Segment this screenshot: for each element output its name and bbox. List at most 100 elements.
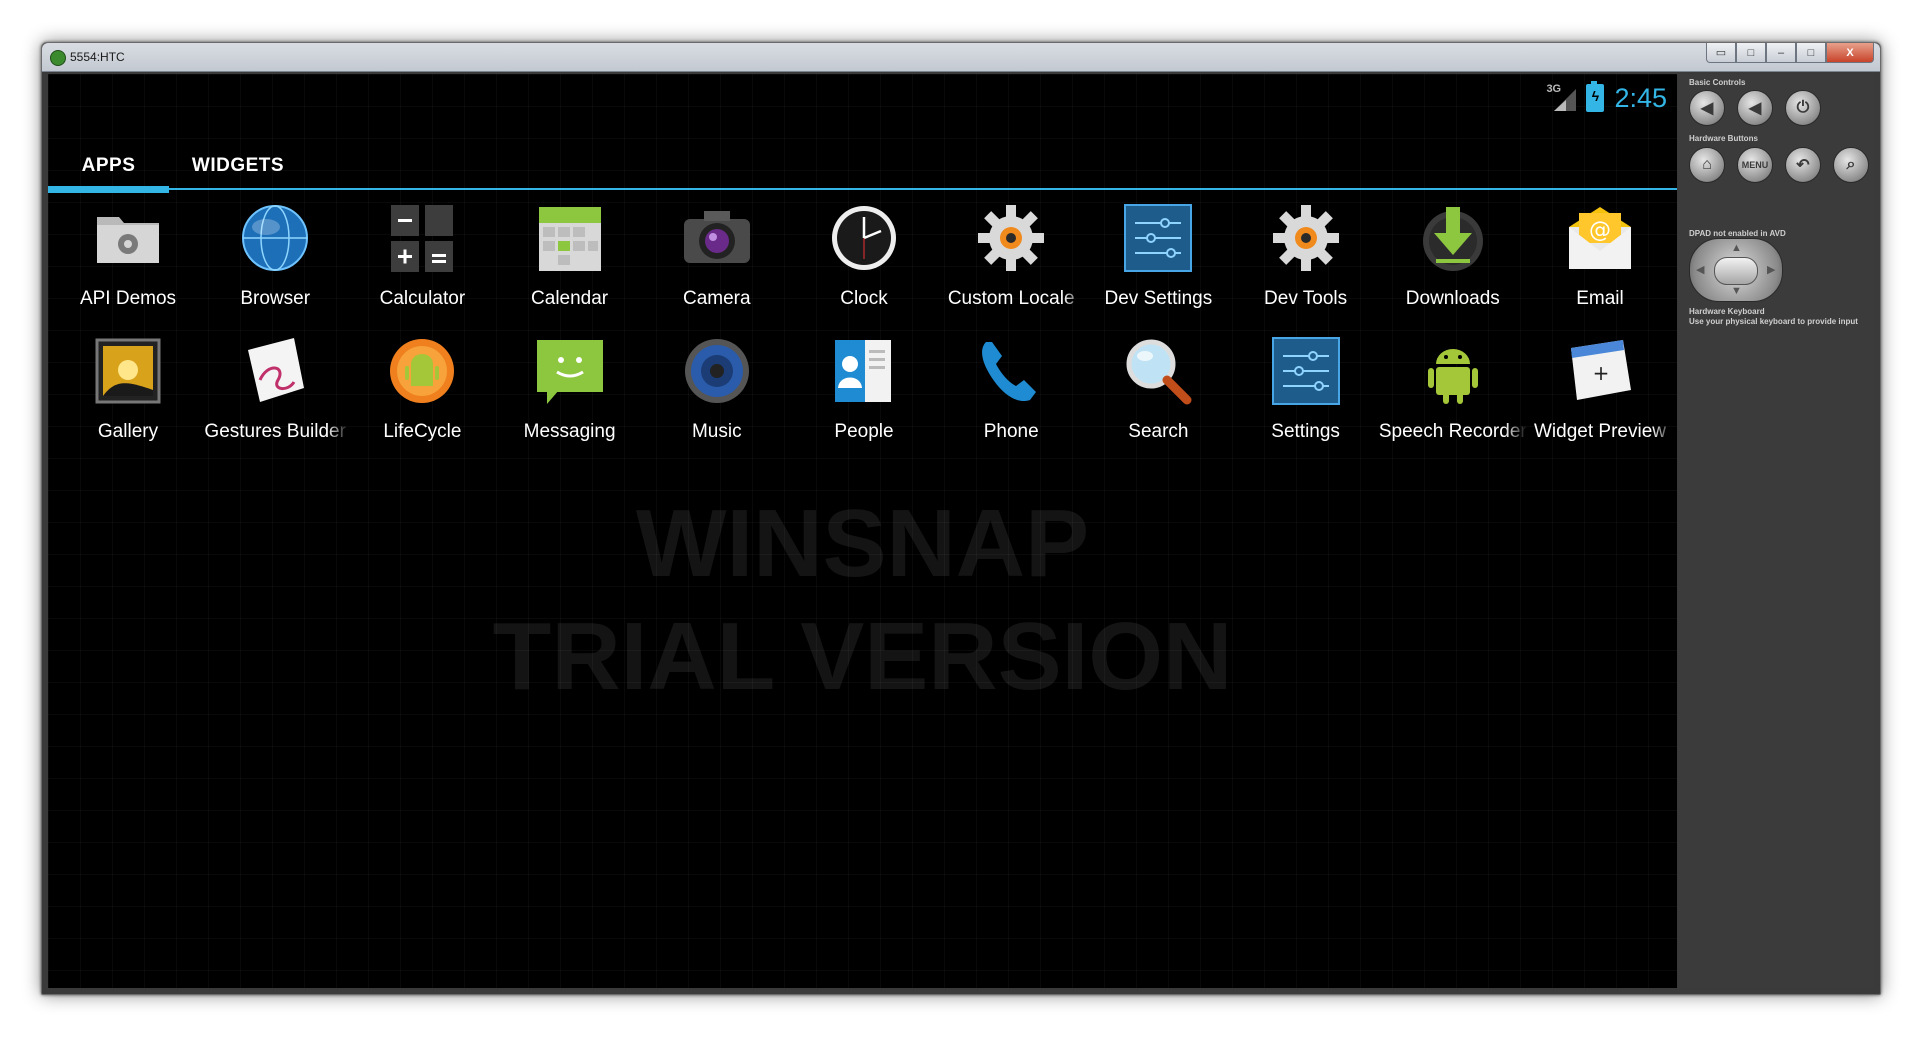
clock-icon: [827, 201, 901, 275]
app-downloads[interactable]: Downloads: [1379, 199, 1527, 327]
app-label: Speech Recorder: [1378, 421, 1527, 442]
email-icon: @: [1563, 201, 1637, 275]
app-label: Calendar: [531, 288, 609, 309]
title-bar[interactable]: 5554:HTC ▭ □ – □ X: [42, 43, 1880, 72]
download-icon: [1416, 201, 1490, 275]
controls-panel: Basic Controls ◀ ◀ ⏻ Hardware Buttons ⌂ …: [1679, 74, 1874, 988]
folder-gear-icon: [91, 201, 165, 275]
svg-text:+: +: [1593, 361, 1610, 385]
app-dev-tools[interactable]: Dev Tools: [1232, 199, 1380, 327]
device-screen[interactable]: 3G ϟ 2:45 APPS WIDGETS WINSNAP TRIAL VER…: [48, 74, 1677, 988]
watermark-line-2: TRIAL VERSION: [492, 603, 1233, 710]
close-button[interactable]: X: [1826, 43, 1874, 63]
app-label: Widget Preview: [1534, 421, 1666, 442]
dpad-left-icon: ◀: [1696, 264, 1705, 276]
sliders-icon: [1121, 201, 1195, 275]
status-clock: 2:45: [1614, 82, 1667, 113]
message-icon: [533, 334, 607, 408]
emulator-window: 5554:HTC ▭ □ – □ X 3G ϟ 2:45 APPS WIDGET…: [41, 42, 1881, 995]
app-label: LifeCycle: [383, 421, 462, 442]
app-label: Gallery: [97, 421, 159, 442]
minimize-button[interactable]: –: [1766, 43, 1796, 63]
dpad-note: DPAD not enabled in AVD: [1689, 229, 1786, 238]
app-label: Clock: [840, 288, 888, 309]
tab-widgets[interactable]: WIDGETS: [169, 144, 307, 188]
dpad-down-icon: ▼: [1731, 285, 1742, 297]
back-icon: ↶: [1796, 157, 1810, 174]
app-label: Custom Locale: [947, 288, 1075, 309]
app-label: Dev Tools: [1264, 288, 1348, 309]
status-bar: 3G ϟ 2:45: [1546, 80, 1667, 116]
app-messaging[interactable]: Messaging: [496, 332, 644, 460]
app-clock[interactable]: Clock: [790, 199, 938, 327]
phone-icon: [974, 334, 1048, 408]
home-button[interactable]: ⌂: [1689, 147, 1725, 183]
app-search[interactable]: Search: [1084, 332, 1232, 460]
drawer-tabs: APPS WIDGETS: [48, 144, 1677, 193]
volume-down-button[interactable]: ◀: [1689, 90, 1725, 126]
basic-controls-label: Basic Controls: [1689, 78, 1746, 87]
emulator-app-icon: [50, 50, 66, 66]
app-people[interactable]: People: [790, 332, 938, 460]
window-title: 5554:HTC: [70, 50, 125, 64]
app-calculator[interactable]: Calculator: [348, 199, 496, 327]
app-gestures-builder[interactable]: Gestures Builder: [201, 332, 349, 460]
app-speech-recorder[interactable]: Speech Recorder: [1379, 332, 1527, 460]
battery-icon: ϟ: [1586, 81, 1605, 112]
app-widget-preview[interactable]: + Widget Preview: [1526, 332, 1674, 460]
tab-apps[interactable]: APPS: [48, 144, 169, 193]
dpad-up-icon: ▲: [1731, 242, 1742, 254]
app-dev-settings[interactable]: Dev Settings: [1084, 199, 1232, 327]
calendar-icon: [533, 201, 607, 275]
watermark-line-1: WINSNAP: [635, 490, 1090, 597]
app-label: Search: [1128, 421, 1189, 442]
keyboard-description: Use your physical keyboard to provide in…: [1689, 317, 1858, 326]
power-button[interactable]: ⏻: [1785, 90, 1821, 126]
app-phone[interactable]: Phone: [937, 332, 1085, 460]
app-lifecycle[interactable]: LifeCycle: [348, 332, 496, 460]
app-email[interactable]: @ Email: [1526, 199, 1674, 327]
volume-down-icon: ◀: [1700, 100, 1714, 117]
globe-icon: [238, 201, 312, 275]
tab-divider: [48, 188, 1677, 190]
app-api-demos[interactable]: API Demos: [54, 199, 202, 327]
signal-icon: 3G: [1546, 83, 1577, 113]
app-settings[interactable]: Settings: [1232, 332, 1380, 460]
hardware-buttons-label: Hardware Buttons: [1689, 134, 1758, 143]
app-custom-locale[interactable]: Custom Locale: [937, 199, 1085, 327]
speaker-icon: [680, 334, 754, 408]
power-icon: ⏻: [1796, 99, 1810, 116]
dpad-right-icon: ▶: [1767, 264, 1776, 276]
app-label: Email: [1576, 288, 1624, 309]
app-browser[interactable]: Browser: [201, 199, 349, 327]
app-gallery[interactable]: Gallery: [54, 332, 202, 460]
search-button[interactable]: ⌕: [1833, 147, 1869, 183]
home-icon: ⌂: [1702, 156, 1712, 173]
gallery-icon: [91, 334, 165, 408]
maximize-button[interactable]: □: [1796, 43, 1826, 63]
snap-button[interactable]: ▭: [1706, 43, 1736, 63]
app-label: Phone: [983, 421, 1039, 442]
app-music[interactable]: Music: [643, 332, 791, 460]
app-label: Camera: [683, 288, 751, 309]
android-icon: [1416, 334, 1490, 408]
app-label: Gestures Builder: [204, 421, 346, 442]
back-button[interactable]: ↶: [1785, 147, 1821, 183]
snap-full-button[interactable]: □: [1736, 43, 1766, 63]
app-label: Downloads: [1405, 288, 1500, 309]
camera-icon: [680, 201, 754, 275]
svg-text:@: @: [1589, 218, 1611, 243]
calculator-icon: [385, 201, 459, 275]
sliders-icon: [1269, 334, 1343, 408]
gear-icon: [974, 201, 1048, 275]
app-label: People: [834, 421, 894, 442]
app-camera[interactable]: Camera: [643, 199, 791, 327]
dpad-center[interactable]: [1714, 257, 1758, 285]
volume-up-button[interactable]: ◀: [1737, 90, 1773, 126]
widget-icon: +: [1563, 334, 1637, 408]
android-cube-icon: [385, 334, 459, 408]
app-calendar[interactable]: Calendar: [496, 199, 644, 327]
keyboard-note: Hardware Keyboard Use your physical keyb…: [1689, 307, 1869, 327]
menu-button[interactable]: MENU: [1737, 147, 1773, 183]
dpad-control[interactable]: ▲ ▼ ◀ ▶: [1689, 238, 1783, 302]
